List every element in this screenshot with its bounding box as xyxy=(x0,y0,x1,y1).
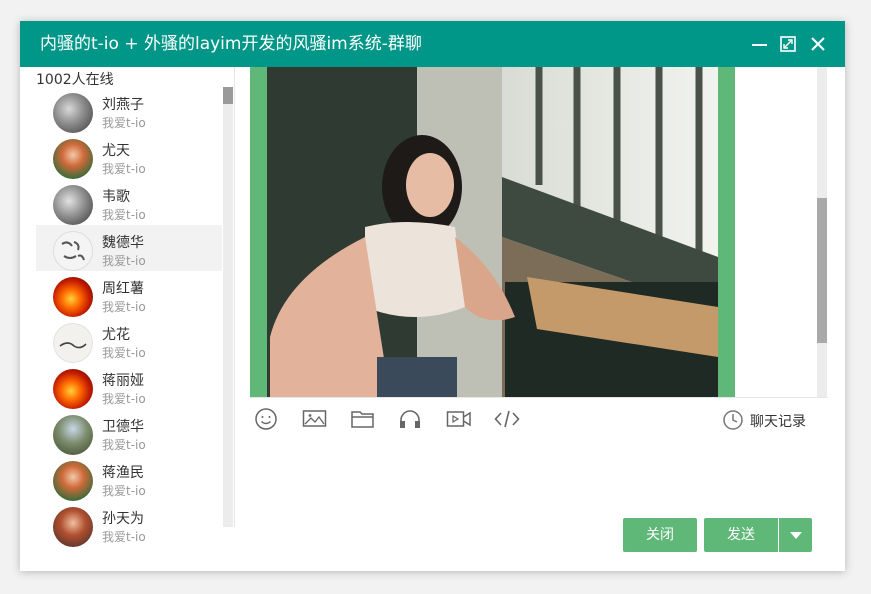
member-sign: 我爱t-io xyxy=(102,162,146,176)
chat-history-button[interactable]: 聊天记录 xyxy=(722,409,806,431)
member-sign: 我爱t-io xyxy=(102,392,146,406)
title-bar[interactable]: 内骚的t-io + 外骚的layim开发的风骚im系统-群聊 xyxy=(20,21,845,67)
member-sign: 我爱t-io xyxy=(102,116,146,130)
smile-icon[interactable] xyxy=(254,408,280,430)
avatar xyxy=(53,415,93,455)
avatar xyxy=(53,277,93,317)
member-name: 周红薯 xyxy=(102,281,144,297)
member-item[interactable]: 魏德华 我爱t-io xyxy=(36,225,222,271)
member-item[interactable]: 尤天 我爱t-io xyxy=(36,133,222,179)
member-sign: 我爱t-io xyxy=(102,254,146,268)
member-scrollbar-thumb[interactable] xyxy=(223,87,233,104)
maximize-icon[interactable] xyxy=(778,34,798,54)
member-item[interactable]: 卫德华 我爱t-io xyxy=(36,409,222,455)
member-item[interactable]: 蒋丽娅 我爱t-io xyxy=(36,363,222,409)
member-scrollbar[interactable] xyxy=(223,87,233,527)
member-name: 尤天 xyxy=(102,143,130,159)
message-area xyxy=(250,67,828,397)
member-item[interactable]: 刘燕子 我爱t-io xyxy=(36,87,222,133)
member-name: 蒋渔民 xyxy=(102,465,144,481)
member-list: 刘燕子 我爱t-io 尤天 我爱t-io 韦歌 我爱t-io 魏德华 我爱t-i… xyxy=(36,87,222,547)
headphones-icon[interactable] xyxy=(398,408,424,430)
photo-image xyxy=(267,67,718,397)
member-name: 孙天为 xyxy=(102,511,144,527)
image-message[interactable] xyxy=(250,67,735,397)
avatar xyxy=(53,369,93,409)
member-sign: 我爱t-io xyxy=(102,208,146,222)
member-item[interactable]: 尤花 我爱t-io xyxy=(36,317,222,363)
avatar xyxy=(53,461,93,501)
image-icon[interactable] xyxy=(302,408,328,430)
member-sign: 我爱t-io xyxy=(102,530,146,544)
video-icon[interactable] xyxy=(446,408,472,430)
member-name: 尤花 xyxy=(102,327,130,343)
member-sidebar: 1002人在线 刘燕子 我爱t-io 尤天 我爱t-io 韦歌 我爱t-io 魏… xyxy=(20,67,234,571)
avatar xyxy=(53,185,93,225)
message-scrollbar-thumb[interactable] xyxy=(817,198,827,343)
avatar xyxy=(53,93,93,133)
close-icon[interactable] xyxy=(808,34,828,54)
chat-history-label: 聊天记录 xyxy=(750,414,806,430)
chat-toolbar: 聊天记录 xyxy=(250,397,828,438)
clock-icon xyxy=(723,410,743,430)
member-sign: 我爱t-io xyxy=(102,346,146,360)
avatar xyxy=(53,507,93,547)
window-title: 内骚的t-io + 外骚的layim开发的风骚im系统-群聊 xyxy=(40,34,422,54)
member-name: 魏德华 xyxy=(102,235,144,251)
member-item[interactable]: 蒋渔民 我爱t-io xyxy=(36,455,222,501)
member-sign: 我爱t-io xyxy=(102,438,146,452)
member-name: 刘燕子 xyxy=(102,97,144,113)
member-name: 蒋丽娅 xyxy=(102,373,144,389)
member-item[interactable]: 孙天为 我爱t-io xyxy=(36,501,222,547)
message-input[interactable] xyxy=(250,438,832,528)
close-button[interactable]: 关闭 xyxy=(623,518,697,552)
message-scrollbar[interactable] xyxy=(817,67,827,397)
member-sign: 我爱t-io xyxy=(102,300,146,314)
minimize-icon[interactable] xyxy=(750,34,770,54)
member-name: 卫德华 xyxy=(102,419,144,435)
send-button[interactable]: 发送 xyxy=(704,518,778,552)
avatar xyxy=(53,323,93,363)
code-icon[interactable] xyxy=(494,408,520,430)
caret-down-icon xyxy=(790,532,802,539)
member-name: 韦歌 xyxy=(102,189,130,205)
send-options-button[interactable] xyxy=(779,518,812,552)
avatar xyxy=(53,139,93,179)
avatar xyxy=(53,231,93,271)
member-item[interactable]: 韦歌 我爱t-io xyxy=(36,179,222,225)
member-item[interactable]: 周红薯 我爱t-io xyxy=(36,271,222,317)
online-count: 1002人在线 xyxy=(36,72,114,88)
folder-icon[interactable] xyxy=(350,408,376,430)
divider xyxy=(234,67,235,527)
chat-window: 内骚的t-io + 外骚的layim开发的风骚im系统-群聊 1002人在线 刘… xyxy=(20,21,845,571)
member-sign: 我爱t-io xyxy=(102,484,146,498)
